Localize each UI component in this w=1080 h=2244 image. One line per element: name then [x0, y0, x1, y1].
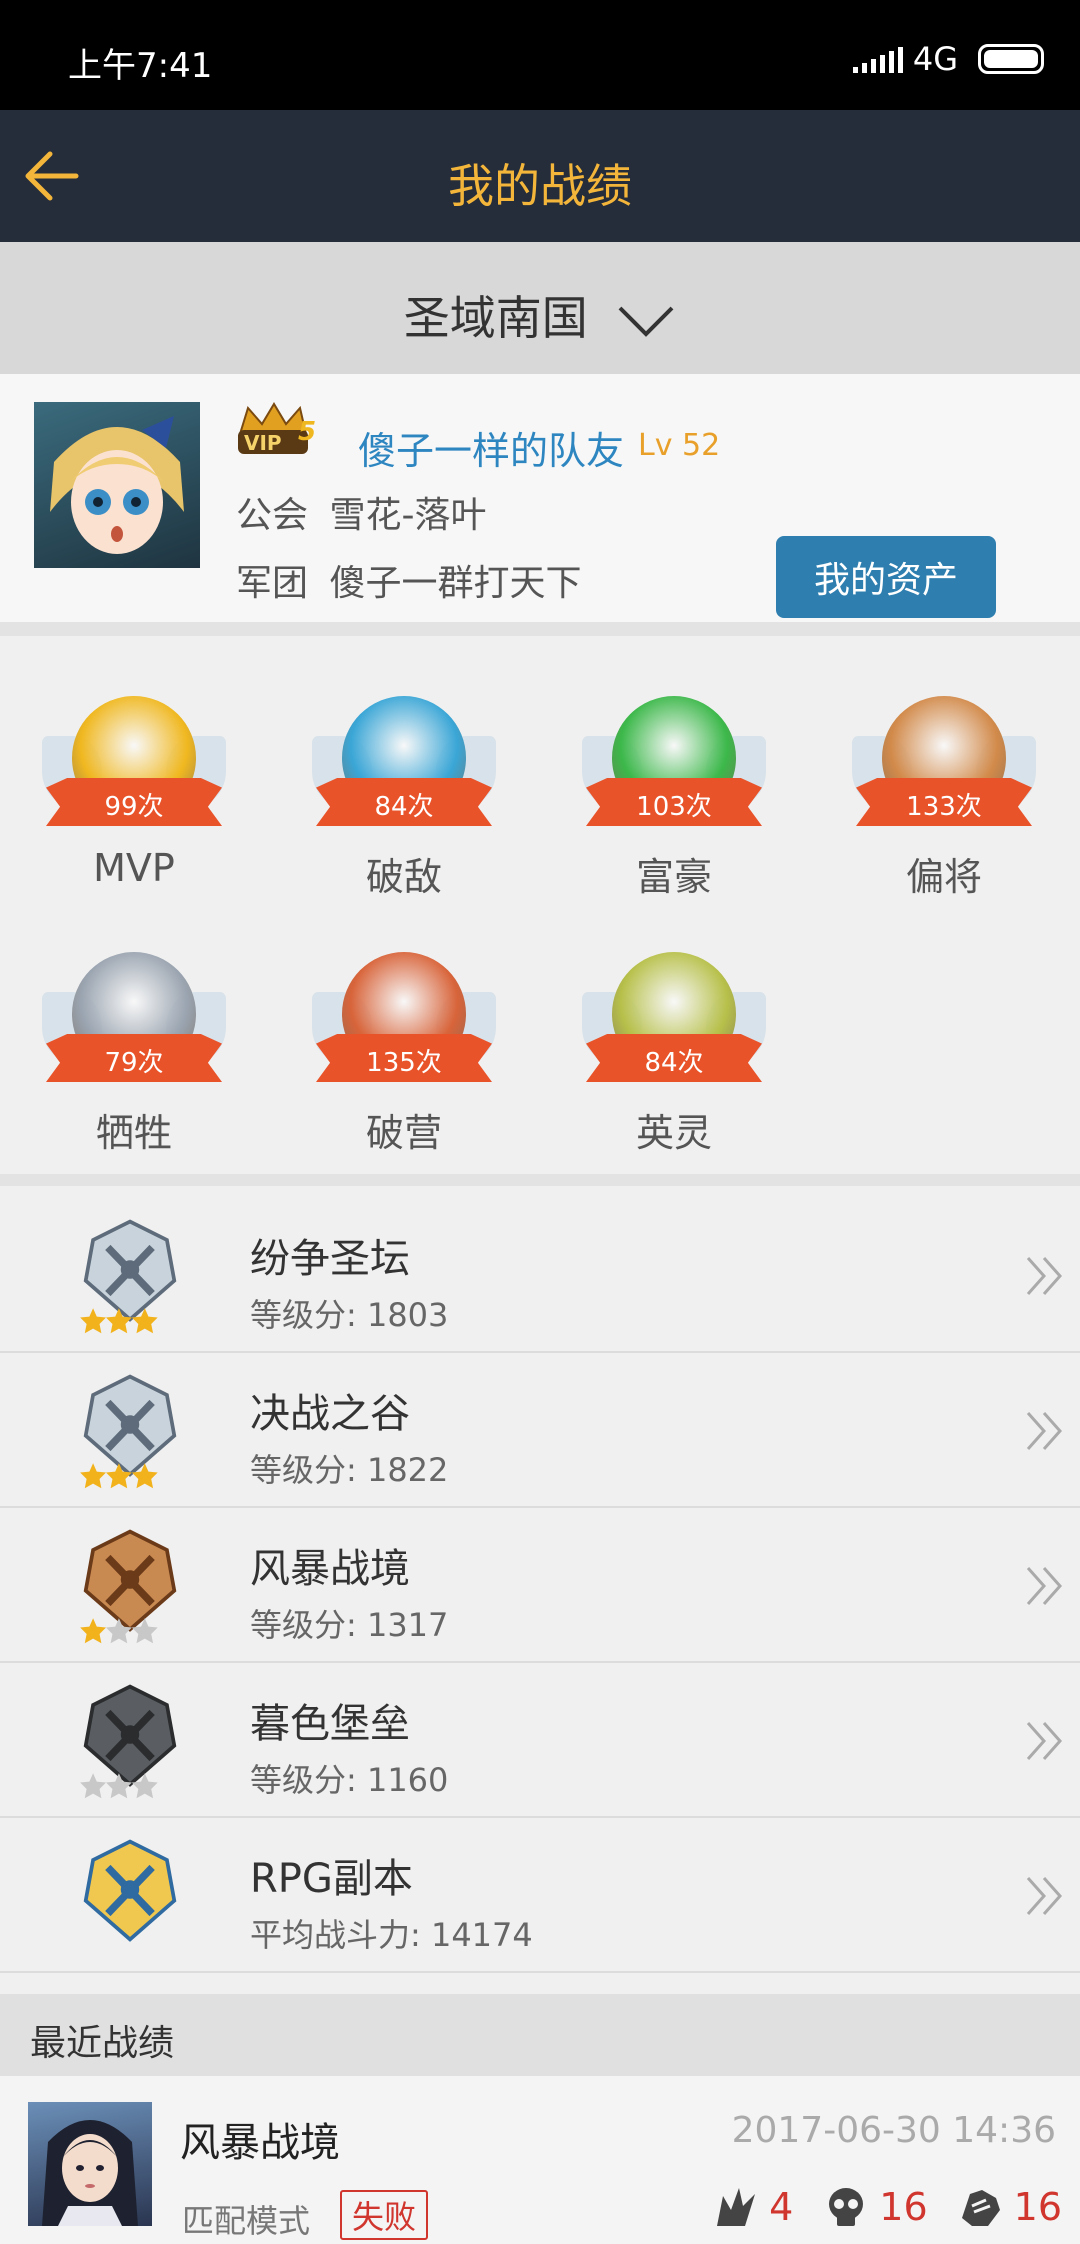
badge-count: 135次	[366, 1048, 442, 1078]
battery-icon	[978, 44, 1044, 74]
mode-name: RPG副本	[250, 1856, 413, 1902]
guild-row: 公会 雪花-落叶	[236, 486, 486, 538]
player-name[interactable]: 傻子一样的队友	[358, 420, 624, 475]
handshake-assist-icon	[961, 2190, 1000, 2226]
rank-emblem-icon	[80, 1374, 177, 1489]
mode-score: 等级分: 1822	[250, 1451, 449, 1489]
chevron-down-icon	[618, 306, 674, 337]
badge-label: 破营	[365, 1111, 442, 1155]
page-title: 我的战绩	[448, 159, 632, 213]
chevron-right-double-icon	[1026, 1877, 1063, 1915]
mode-row-5[interactable]: RPG副本平均战斗力: 14174	[0, 1818, 1080, 1973]
mode-score: 等级分: 1803	[250, 1296, 449, 1334]
legion-row: 军团 傻子一群打天下	[236, 554, 581, 606]
badge-label: MVP	[93, 846, 175, 890]
recent-match-item[interactable]: 风暴战境 2017-06-30 14:36 匹配模式 失败 4 16 16	[0, 2076, 1080, 2244]
server-selector[interactable]: 圣域南国	[0, 242, 1080, 374]
match-result-badge: 失败	[340, 2190, 429, 2240]
my-assets-button[interactable]: 我的资产	[776, 536, 996, 618]
recent-section-header: 最近战绩	[0, 1994, 1080, 2076]
svg-text:5: 5	[298, 417, 316, 447]
signal-icon	[852, 45, 903, 73]
guild-name: 雪花-落叶	[329, 495, 487, 536]
mode-name: 风暴战境	[250, 1546, 410, 1592]
vip-crown-icon: VIP 5	[238, 402, 316, 455]
recent-heading: 最近战绩	[30, 2023, 175, 2064]
badge-3[interactable]: 103次富豪	[574, 686, 774, 906]
badge-label: 偏将	[905, 855, 982, 899]
deaths-count: 16	[879, 2185, 928, 2229]
badge-count: 84次	[644, 1048, 704, 1078]
rank-emblem-icon	[80, 1529, 177, 1644]
kills-count: 4	[769, 2185, 794, 2229]
mode-name: 纷争圣坛	[250, 1236, 410, 1282]
guild-label: 公会	[236, 495, 309, 536]
match-type: 匹配模式	[182, 2202, 311, 2240]
badge-6[interactable]: 135次破营	[304, 942, 504, 1162]
badge-7[interactable]: 84次英灵	[574, 942, 774, 1162]
badge-count: 99次	[104, 792, 164, 822]
server-name: 圣域南国	[403, 291, 588, 345]
match-mode-name: 风暴战境	[180, 2120, 340, 2166]
sword-kill-icon	[717, 2188, 756, 2226]
mode-score: 平均战斗力: 14174	[250, 1916, 533, 1954]
game-mode-list: 纷争圣坛 等级分: 1803 决战之谷 等级分: 1822 风暴战境 等级分: 1317 暮…	[0, 1198, 1080, 1973]
legion-name: 傻子一群打天下	[329, 563, 582, 604]
player-avatar[interactable]	[34, 402, 200, 568]
mode-row-2[interactable]: 决战之谷等级分: 1822	[0, 1353, 1080, 1508]
rank-emblem-icon	[80, 1684, 177, 1799]
rank-emblem-icon	[80, 1219, 177, 1334]
badge-count: 84次	[374, 792, 434, 822]
chevron-right-double-icon	[1026, 1257, 1063, 1295]
status-bar: 上午7:41 4G	[0, 0, 1080, 110]
app-header: 我的战绩	[0, 110, 1080, 242]
mode-row-1[interactable]: 纷争圣坛等级分: 1803	[0, 1198, 1080, 1353]
player-profile: VIP 5 傻子一样的队友 Lv 52 公会 雪花-落叶 军团 傻子一群打天下 …	[0, 374, 1080, 636]
rank-emblem-icon	[83, 1839, 177, 1942]
svg-text:VIP: VIP	[244, 431, 282, 455]
badge-label: 英灵	[635, 1111, 712, 1155]
match-stats: 4 16 16	[713, 2184, 1062, 2230]
badge-1[interactable]: 99次 MVP	[34, 686, 234, 906]
status-time: 上午7:41	[68, 46, 213, 86]
badge-label: 牺牲	[95, 1111, 172, 1155]
mode-score: 等级分: 1160	[250, 1761, 449, 1799]
assists-count: 16	[1013, 2185, 1062, 2229]
chevron-right-double-icon	[1026, 1722, 1063, 1760]
mode-score: 等级分: 1317	[250, 1606, 449, 1644]
badge-count: 79次	[104, 1048, 164, 1078]
status-icons: 4G	[852, 40, 1044, 78]
network-type: 4G	[912, 40, 958, 78]
badge-count: 103次	[636, 792, 712, 822]
badge-5[interactable]: 79次牺牲	[34, 942, 234, 1162]
mode-row-4[interactable]: 暮色堡垒等级分: 1160	[0, 1663, 1080, 1818]
player-level: Lv 52	[638, 428, 721, 463]
mode-row-3[interactable]: 风暴战境等级分: 1317	[0, 1508, 1080, 1663]
badge-2[interactable]: 84次破敌	[304, 686, 504, 906]
badge-4[interactable]: 133次偏将	[844, 686, 1044, 906]
badge-count: 133次	[906, 792, 982, 822]
badge-label: 破敌	[365, 855, 442, 899]
chevron-right-double-icon	[1026, 1412, 1063, 1450]
chevron-right-double-icon	[1026, 1567, 1063, 1605]
match-date: 2017-06-30 14:36	[731, 2110, 1056, 2151]
skull-death-icon	[829, 2188, 864, 2226]
badge-label: 富豪	[635, 855, 712, 899]
achievement-badges: 99次 MVP 84次 破敌 103次 富豪 133次 偏将 79次 牺牲 135次 破营 84次 英灵	[0, 650, 1080, 1186]
legion-label: 军团	[236, 563, 309, 604]
mode-name: 决战之谷	[250, 1391, 410, 1437]
mode-name: 暮色堡垒	[250, 1701, 410, 1747]
hero-avatar	[28, 2102, 152, 2226]
